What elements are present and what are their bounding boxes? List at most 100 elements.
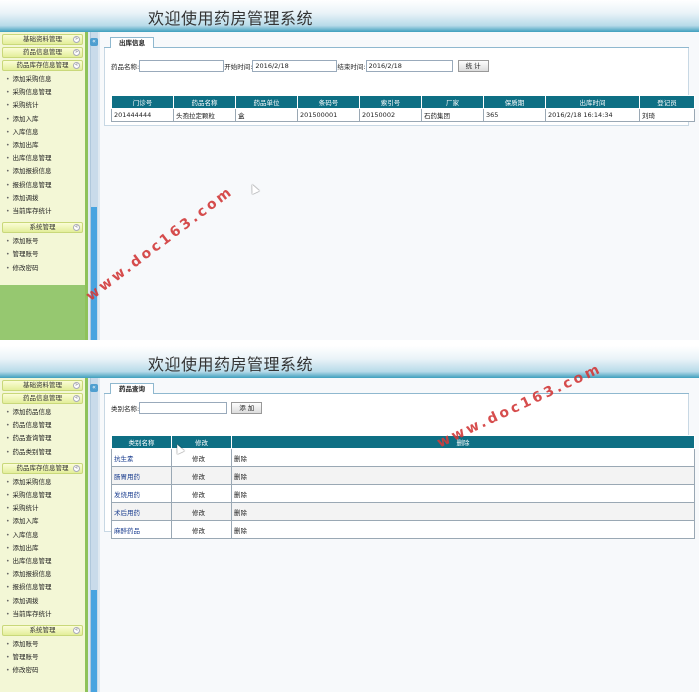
header-banner: 欢迎使用药房管理系统 — [0, 0, 699, 32]
table-cell: 刘琦 — [639, 108, 695, 122]
category-link[interactable]: 麻醉药品 — [111, 520, 172, 539]
column-header: 药品名称 — [173, 95, 236, 109]
sidebar-item[interactable]: 添加入库 — [6, 113, 85, 126]
sidebar-item[interactable]: 出库信息管理 — [6, 555, 85, 568]
collapse-icon[interactable]: « — [73, 395, 80, 402]
add-category-button[interactable]: 添 加 — [231, 402, 263, 414]
sidebar-menu-drug-info: 添加药品信息 药品信息管理 药品查询管理 药品类别管理 — [0, 405, 85, 461]
column-header: 厂家 — [421, 95, 484, 109]
start-time-input[interactable] — [252, 60, 338, 72]
content-panel: 类别名称: 添 加 类别名称 修改 删除 抗生素 修改 删除 肠胃用药 修改 删… — [104, 394, 695, 539]
delete-link[interactable]: 删除 — [231, 484, 695, 503]
sidebar-item[interactable]: 入库信息 — [6, 126, 85, 139]
sidebar-splitter[interactable]: « — [88, 32, 100, 340]
sidebar-filler — [0, 285, 85, 340]
sidebar-group-label: 系统管理 — [29, 223, 56, 232]
sidebar-item[interactable]: 添加账号 — [6, 638, 85, 651]
sidebar-group-system[interactable]: 系统管理 « — [2, 222, 83, 234]
category-link[interactable]: 抗生素 — [111, 448, 172, 467]
sidebar-item[interactable]: 添加入库 — [6, 515, 85, 528]
sidebar-group-drug-info[interactable]: 药品信息管理 » — [2, 47, 83, 58]
sidebar-item[interactable]: 出库信息管理 — [6, 152, 85, 165]
sidebar-item[interactable]: 添加账号 — [6, 235, 85, 248]
delete-link[interactable]: 删除 — [231, 520, 695, 539]
edit-link[interactable]: 修改 — [171, 520, 232, 539]
collapse-icon[interactable]: « — [73, 627, 80, 635]
sidebar-group-system[interactable]: 系统管理 « — [2, 625, 83, 637]
sidebar-item[interactable]: 当前库存统计 — [6, 205, 85, 218]
sidebar-item[interactable]: 药品类别管理 — [6, 446, 85, 459]
expand-icon[interactable]: » — [73, 49, 80, 56]
sidebar-item[interactable]: 采购信息管理 — [6, 86, 85, 99]
drug-name-input[interactable] — [139, 60, 225, 72]
edit-link[interactable]: 修改 — [171, 502, 232, 521]
category-link[interactable]: 术后用药 — [111, 502, 172, 521]
table-cell: 201444444 — [111, 108, 174, 122]
table-row: 201444444 头孢拉定颗粒 盒 201500001 20150002 石药… — [111, 108, 695, 122]
sidebar-item[interactable]: 报损信息管理 — [6, 581, 85, 594]
delete-link[interactable]: 删除 — [231, 466, 695, 485]
sidebar-group-basic[interactable]: 基础资料管理 » — [2, 34, 83, 45]
sidebar-item[interactable]: 添加采购信息 — [6, 476, 85, 489]
sidebar-group-drug-info[interactable]: 药品信息管理 « — [2, 393, 83, 404]
sidebar-item[interactable]: 管理账号 — [6, 248, 85, 261]
column-header: 保质期 — [483, 95, 546, 109]
sidebar-group-stock[interactable]: 药品库存信息管理 « — [2, 462, 83, 474]
sidebar-item[interactable]: 采购统计 — [6, 502, 85, 515]
table-row: 肠胃用药 修改 删除 — [111, 466, 695, 485]
start-time-label: 开始时间: — [224, 63, 253, 71]
sidebar-item[interactable]: 添加报损信息 — [6, 568, 85, 581]
sidebar-item[interactable]: 添加出库 — [6, 542, 85, 555]
sidebar-item[interactable]: 管理账号 — [6, 651, 85, 664]
table-row: 抗生素 修改 删除 — [111, 448, 695, 467]
sidebar-item[interactable]: 添加药品信息 — [6, 406, 85, 419]
sidebar-group-label: 药品信息管理 — [23, 48, 62, 56]
sidebar-item[interactable]: 添加出库 — [6, 139, 85, 152]
sidebar-item[interactable]: 添加采购信息 — [6, 73, 85, 86]
sidebar-item[interactable]: 入库信息 — [6, 529, 85, 542]
collapse-sidebar-icon[interactable]: « — [90, 384, 98, 392]
sidebar-item[interactable]: 添加报损信息 — [6, 165, 85, 178]
sidebar-item[interactable]: 添加调拨 — [6, 192, 85, 205]
tab-bar: 药品查询 — [104, 382, 689, 395]
expand-icon[interactable]: » — [73, 36, 80, 43]
sidebar-item[interactable]: 药品查询管理 — [6, 432, 85, 445]
sidebar-menu-stock: 添加采购信息 采购信息管理 采购统计 添加入库 入库信息 添加出库 出库信息管理… — [0, 72, 85, 220]
sidebar-group-label: 药品库存信息管理 — [16, 463, 69, 472]
sidebar-group-label: 基础资料管理 — [23, 35, 62, 43]
sidebar-group-stock[interactable]: 药品库存信息管理 « — [2, 60, 83, 71]
category-link[interactable]: 发烧用药 — [111, 484, 172, 503]
sidebar-item[interactable]: 添加调拨 — [6, 595, 85, 608]
end-time-input[interactable] — [365, 60, 453, 72]
category-link[interactable]: 肠胃用药 — [111, 466, 172, 485]
collapse-sidebar-icon[interactable]: « — [90, 38, 98, 46]
sidebar-group-basic[interactable]: 基础资料管理 » — [2, 380, 83, 391]
sidebar-splitter[interactable]: « — [88, 378, 100, 692]
sidebar-item[interactable]: 药品信息管理 — [6, 419, 85, 432]
sidebar-item[interactable]: 采购信息管理 — [6, 489, 85, 502]
collapse-icon[interactable]: « — [73, 224, 80, 232]
sidebar-group-label: 药品库存信息管理 — [16, 61, 69, 69]
statistics-button[interactable]: 统 计 — [457, 60, 489, 72]
delete-link[interactable]: 删除 — [231, 448, 695, 467]
edit-link[interactable]: 修改 — [171, 484, 232, 503]
sidebar-item[interactable]: 当前库存统计 — [6, 608, 85, 621]
column-header: 门诊号 — [111, 95, 174, 109]
collapse-icon[interactable]: « — [73, 464, 80, 472]
sidebar-item[interactable]: 采购统计 — [6, 99, 85, 112]
sidebar: 基础资料管理 » 药品信息管理 « 添加药品信息 药品信息管理 药品查询管理 药… — [0, 378, 88, 692]
edit-link[interactable]: 修改 — [171, 466, 232, 485]
search-form: 类别名称: 添 加 — [111, 402, 263, 414]
table-row: 麻醉药品 修改 删除 — [111, 520, 695, 539]
end-time-label: 结束时间: — [337, 63, 366, 71]
expand-icon[interactable]: » — [73, 382, 80, 389]
column-header: 出库时间 — [545, 95, 640, 109]
sidebar-item[interactable]: 报损信息管理 — [6, 179, 85, 192]
category-name-input[interactable] — [139, 402, 228, 414]
sidebar-item[interactable]: 修改密码 — [6, 262, 85, 275]
content-area: 药品查询 类别名称: 添 加 类别名称 修改 删除 抗生素 修改 删除 肠胃用药… — [100, 378, 699, 692]
sidebar-item[interactable]: 修改密码 — [6, 664, 85, 677]
collapse-icon[interactable]: « — [73, 62, 80, 69]
table-row: 术后用药 修改 删除 — [111, 502, 695, 521]
delete-link[interactable]: 删除 — [231, 502, 695, 521]
